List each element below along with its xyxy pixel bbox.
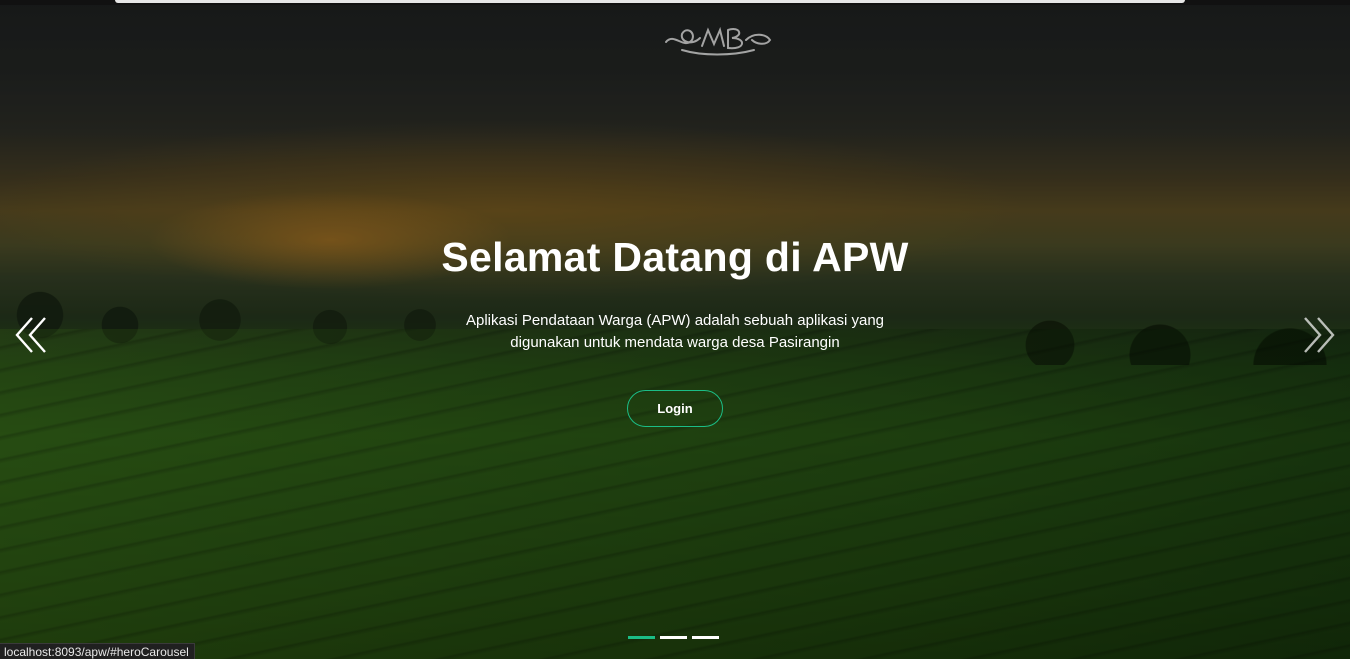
login-button[interactable]: Login [627, 390, 723, 427]
carousel-indicator-3[interactable] [692, 636, 719, 639]
hero-carousel: Selamat Datang di APW Aplikasi Pendataan… [0, 0, 1350, 659]
browser-status-url: localhost:8093/apw/#heroCarousel [0, 643, 195, 659]
carousel-next-button[interactable] [1298, 310, 1338, 360]
top-bar [0, 0, 1350, 5]
carousel-indicator-2[interactable] [660, 636, 687, 639]
carousel-indicators [628, 636, 719, 639]
hero-title: Selamat Datang di APW [441, 234, 909, 280]
top-bar-highlight [115, 0, 1185, 3]
double-chevron-left-icon [15, 317, 46, 353]
carousel-indicator-1[interactable] [628, 636, 655, 639]
hero-description: Aplikasi Pendataan Warga (APW) adalah se… [465, 312, 884, 351]
hero-content: Selamat Datang di APW Aplikasi Pendataan… [0, 228, 1350, 427]
site-logo[interactable] [662, 20, 774, 58]
carousel-prev-button[interactable] [12, 310, 52, 360]
double-chevron-right-icon [1304, 317, 1335, 353]
